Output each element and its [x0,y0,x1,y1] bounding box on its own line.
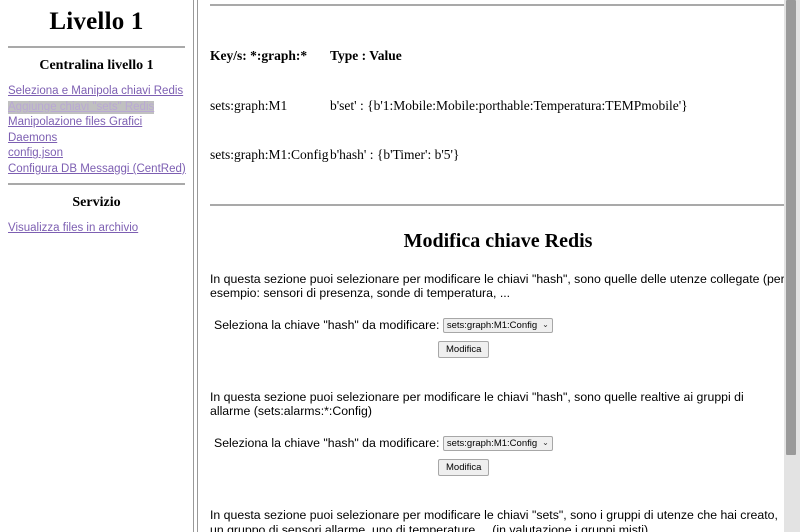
sidebar-item-config-json[interactable]: config.json [8,147,63,161]
column-header-keys: Key/s: *:graph:* [210,48,308,63]
modify-block-1-field-row: Seleziona la chiave "hash" da modificare… [210,318,786,333]
sidebar: Livello 1 Centralina livello 1 Seleziona… [0,0,193,532]
modify-block-1-select-wrap[interactable]: sets:graph:M1:Config ⌄ [442,317,553,333]
row-value: b'set' : {b'1:Mobile:Mobile:porthable:Te… [330,97,688,113]
row-key: sets:graph:M1 [210,97,288,113]
list-item: Manipolazione files Grafici [8,114,185,130]
sidebar-item-seleziona-manipola-chiavi-redis[interactable]: Seleziona e Manipola chiavi Redis [8,85,183,99]
sidebar-item-daemons[interactable]: Daemons [8,132,57,146]
sidebar-item-aggiunge-chiavi-sets-redis[interactable]: Aggiunge chiavi "sets" Redis [8,100,155,115]
list-item: Visualizza files in archivio [8,220,185,236]
sidebar-divider-top [8,46,185,48]
content-inner: Key/s: *:graph:* Type : Value sets:graph:… [197,0,800,532]
row-value: b'hash' : {b'Timer': b'5'} [330,147,460,162]
page-title: Livello 1 [49,8,144,35]
sidebar-service-list: Visualizza files in archivio [8,220,185,236]
vertical-scrollbar[interactable] [784,0,800,532]
sidebar-section-heading: Centralina livello 1 [39,58,154,73]
modify-block-2-field-label: Seleziona la chiave "hash" da modificare… [214,435,440,450]
list-item: Aggiunge chiavi "sets" Redis [8,99,185,115]
page-root: Livello 1 Centralina livello 1 Seleziona… [0,0,800,532]
sidebar-item-visualizza-files-in-archivio[interactable]: Visualizza files in archivio [8,222,138,236]
modify-block-1-paragraph: In questa sezione puoi selezionare per m… [210,271,785,301]
modify-block-2-field-row: Seleziona la chiave "hash" da modificare… [210,435,786,452]
row-key: sets:graph:M1:Config [210,147,329,162]
modify-section-title: Modifica chiave Redis [403,229,593,252]
redis-key-table: Key/s: *:graph:* Type : Value sets:graph:… [210,15,786,197]
modify-block-1-field-label: Seleziona la chiave "hash" da modificare… [214,317,440,332]
sidebar-divider-service [8,182,185,185]
modify-block-2-select-wrap[interactable]: sets:graph:M1:Config ⌄ [442,436,553,452]
hash-key-select-2[interactable]: sets:graph:M1:Config [442,436,553,452]
list-item: Daemons [8,130,185,146]
list-item: Configura DB Messaggi (CentRed) [8,161,186,177]
scrollbar-thumb[interactable] [786,0,796,455]
sidebar-item-manipolazione-files-grafici[interactable]: Manipolazione files Grafici [8,116,142,130]
list-item: Seleziona e Manipola chiavi Redis [8,83,185,99]
modify-block-2-button-row: Modifica [210,457,786,477]
modifica-button-1[interactable]: Modifica [438,340,490,358]
table-row: sets:graph:M1:Config b'hash' : {b'Timer':… [210,147,786,164]
list-item: config.json [8,145,185,161]
modify-block-2-paragraph: In questa sezione puoi selezionare per m… [210,389,744,419]
sidebar-service-heading: Servizio [72,194,121,210]
sidebar-item-configura-db-messaggi[interactable]: Configura DB Messaggi (CentRed) [8,163,186,177]
modify-block-1-button-row: Modifica [210,339,786,358]
hash-key-select-1[interactable]: sets:graph:M1:Config [442,317,553,333]
modify-block-3-paragraph: In questa sezione puoi selezionare per m… [210,508,778,532]
table-header-row: Key/s: *:graph:* Type : Value [210,48,786,65]
table-row: sets:graph:M1 b'set' : {b'1:Mobile:Mobile… [210,98,786,115]
content-panel: Key/s: *:graph:* Type : Value sets:graph:… [193,0,800,532]
sidebar-nav-list: Seleziona e Manipola chiavi Redis Aggiun… [8,83,186,177]
modifica-button-2[interactable]: Modifica [438,459,490,477]
column-header-type-value: Type : Value [330,48,402,63]
